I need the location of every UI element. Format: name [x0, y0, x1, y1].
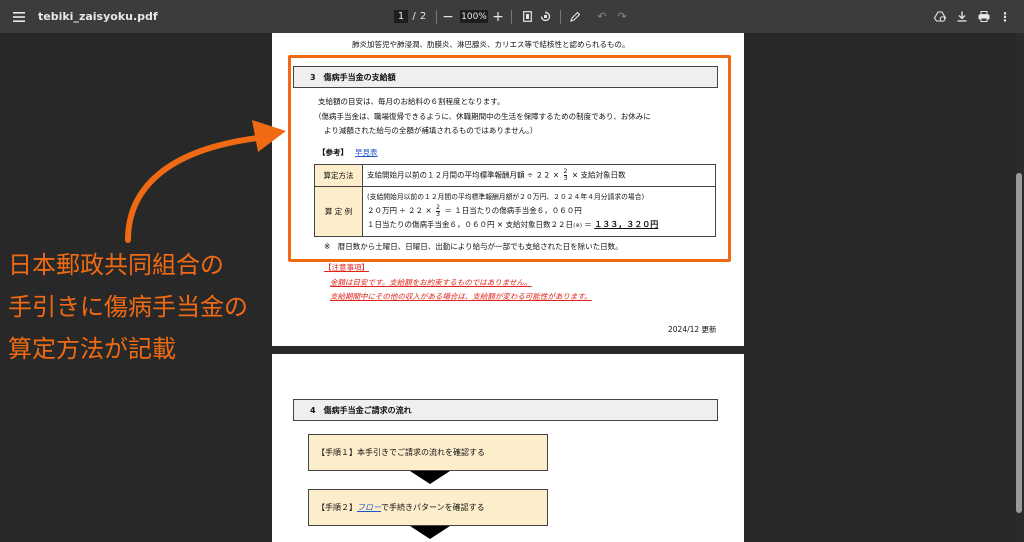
annotation-line-1: 日本郵政共同組合の [8, 251, 224, 279]
annotation-line-2: 手引きに傷病手当金の [8, 293, 248, 321]
annotation-line-3: 算定方法が記載 [8, 335, 176, 363]
